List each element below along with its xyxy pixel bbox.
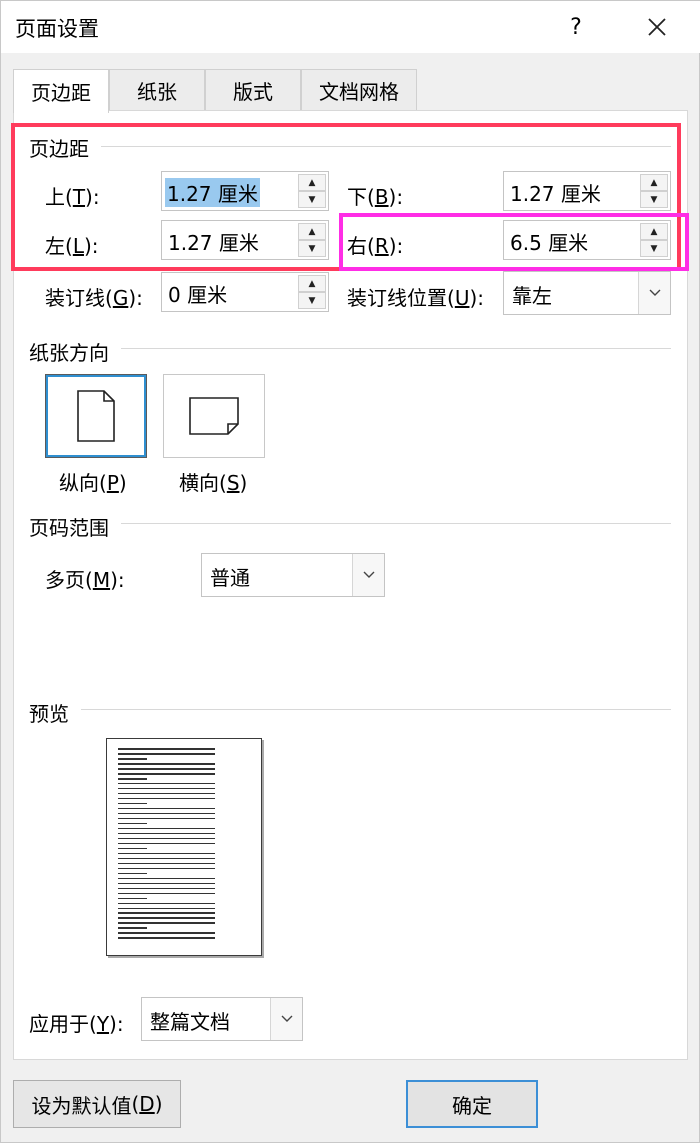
right-margin-label: 右(R): (347, 234, 404, 258)
spin-down-button[interactable]: ▼ (298, 191, 326, 208)
spin-down-button[interactable]: ▼ (640, 191, 668, 208)
spin-down-button[interactable]: ▼ (298, 240, 326, 257)
spin-up-button[interactable]: ▲ (298, 223, 326, 240)
close-button[interactable] (637, 9, 677, 45)
gutter-spinner[interactable]: 0 厘米 ▲ ▼ (161, 272, 329, 312)
bottom-margin-label: 下(B): (347, 185, 404, 209)
landscape-label[interactable]: 横向(S) (179, 467, 247, 496)
tab-margins[interactable]: 页边距 (13, 69, 109, 113)
apply-to-select[interactable]: 整篇文档 (141, 997, 303, 1041)
top-margin-spinner[interactable]: 1.27 厘米 ▲ ▼ (161, 171, 329, 211)
left-margin-value[interactable]: 1.27 厘米 (168, 227, 259, 256)
bottom-margin-value[interactable]: 1.27 厘米 (510, 178, 601, 207)
tab-paper[interactable]: 纸张 (109, 69, 205, 111)
multiple-pages-value: 普通 (210, 566, 250, 590)
gutter-position-select[interactable]: 靠左 (503, 271, 671, 315)
portrait-option[interactable] (45, 374, 147, 458)
gutter-position-label: 装订线位置(U): (347, 286, 484, 310)
section-divider (101, 146, 671, 147)
dialog-title: 页面设置 (15, 17, 99, 41)
section-divider (121, 523, 671, 524)
spin-up-button[interactable]: ▲ (640, 174, 668, 191)
spin-up-button[interactable]: ▲ (298, 275, 326, 292)
landscape-page-icon (189, 397, 239, 435)
margins-section-title: 页边距 (29, 133, 95, 162)
spin-down-button[interactable]: ▼ (298, 292, 326, 309)
preview-section-title: 预览 (29, 698, 75, 727)
gutter-label: 装订线(G): (45, 286, 143, 310)
landscape-option[interactable] (163, 374, 265, 458)
orientation-section-title: 纸张方向 (29, 337, 115, 366)
tab-document-grid[interactable]: 文档网格 (301, 69, 417, 111)
gutter-value[interactable]: 0 厘米 (168, 279, 227, 308)
close-icon (648, 18, 666, 36)
apply-to-label: 应用于(Y): (29, 1012, 124, 1036)
multiple-pages-select[interactable]: 普通 (201, 553, 385, 597)
section-divider (121, 348, 671, 349)
left-margin-label: 左(L): (45, 234, 99, 258)
ok-button[interactable]: 确定 (406, 1080, 538, 1128)
chevron-down-icon[interactable] (352, 554, 384, 596)
set-as-default-button[interactable]: 设为默认值(D) (13, 1080, 181, 1128)
section-divider (81, 709, 671, 710)
tab-layout[interactable]: 版式 (205, 69, 301, 111)
page-setup-dialog: 页面设置 ? 页边距 纸张 版式 文档网格 页边距 上(T): 1.27 厘米 … (0, 0, 700, 1143)
multiple-pages-label: 多页(M): (45, 568, 125, 592)
spin-up-button[interactable]: ▲ (298, 174, 326, 191)
chevron-down-icon[interactable] (270, 998, 302, 1040)
preview-text-lines (118, 748, 215, 942)
top-margin-value[interactable]: 1.27 厘米 (165, 178, 260, 207)
title-bar: 页面设置 ? (1, 1, 700, 53)
page-preview (106, 738, 262, 956)
left-margin-spinner[interactable]: 1.27 厘米 ▲ ▼ (161, 220, 329, 260)
chevron-down-icon[interactable] (638, 272, 670, 314)
bottom-margin-spinner[interactable]: 1.27 厘米 ▲ ▼ (503, 171, 671, 211)
right-margin-value[interactable]: 6.5 厘米 (510, 227, 588, 256)
portrait-label[interactable]: 纵向(P) (59, 467, 127, 496)
pages-section-title: 页码范围 (29, 512, 115, 541)
right-margin-spinner[interactable]: 6.5 厘米 ▲ ▼ (503, 220, 671, 260)
apply-to-value: 整篇文档 (150, 1010, 230, 1034)
top-margin-label: 上(T): (45, 185, 100, 209)
help-button[interactable]: ? (556, 9, 596, 45)
spin-up-button[interactable]: ▲ (640, 223, 668, 240)
gutter-position-value: 靠左 (512, 284, 552, 308)
portrait-page-icon (77, 390, 115, 442)
spin-down-button[interactable]: ▼ (640, 240, 668, 257)
